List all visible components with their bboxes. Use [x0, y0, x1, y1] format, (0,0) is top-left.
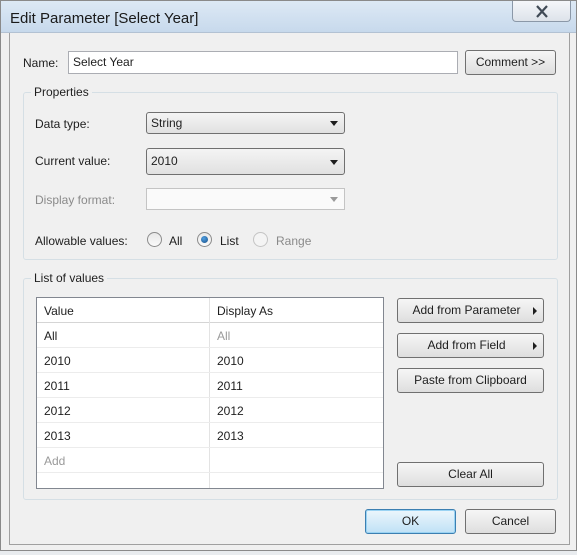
cell-display-as: 2010: [217, 354, 244, 368]
column-header-display-as[interactable]: Display As: [217, 304, 273, 318]
window-title: Edit Parameter [Select Year]: [10, 10, 199, 27]
current-value-select[interactable]: 2010: [146, 148, 345, 175]
table-header: Value Display As: [37, 298, 383, 323]
allowable-list-radio[interactable]: [197, 232, 212, 247]
current-value-label: Current value:: [35, 154, 111, 168]
dialog-body: Name: Select Year Comment >> Properties …: [9, 33, 570, 545]
table-row[interactable]: 2011 2011: [37, 373, 383, 398]
comment-button[interactable]: Comment >>: [465, 50, 556, 75]
cell-value: 2010: [44, 354, 71, 368]
add-from-field-label: Add from Field: [427, 338, 506, 352]
data-type-label: Data type:: [35, 117, 90, 131]
cancel-button[interactable]: Cancel: [465, 509, 556, 534]
chevron-down-icon: [330, 160, 338, 165]
data-type-value: String: [151, 116, 183, 130]
cell-display-as: 2013: [217, 429, 244, 443]
display-format-label: Display format:: [35, 193, 116, 207]
list-of-values-title: List of values: [31, 271, 108, 285]
close-button[interactable]: [512, 1, 571, 22]
background-app-strip: [0, 551, 577, 555]
cell-value: All: [44, 329, 58, 343]
add-from-field-button[interactable]: Add from Field: [397, 333, 544, 358]
cell-value: 2012: [44, 404, 71, 418]
properties-group-title: Properties: [31, 85, 92, 99]
chevron-right-icon: [533, 342, 537, 350]
close-icon: [536, 5, 548, 18]
allowable-range-label[interactable]: Range: [276, 234, 311, 248]
title-bar[interactable]: Edit Parameter [Select Year]: [1, 1, 576, 33]
name-input[interactable]: Select Year: [68, 51, 458, 74]
clear-all-button[interactable]: Clear All: [397, 462, 544, 487]
allowable-range-radio[interactable]: [253, 232, 268, 247]
ok-button[interactable]: OK: [365, 509, 456, 534]
allowable-list-label[interactable]: List: [220, 234, 239, 248]
table-row[interactable]: 2012 2012: [37, 398, 383, 423]
cell-value: 2013: [44, 429, 71, 443]
chevron-right-icon: [533, 307, 537, 315]
add-placeholder: Add: [44, 454, 66, 468]
allowable-all-radio[interactable]: [147, 232, 162, 247]
values-table[interactable]: Value Display As All All 2010 2010 2011 …: [36, 297, 384, 489]
current-value-value: 2010: [151, 154, 178, 168]
cell-value: 2011: [44, 379, 70, 393]
name-label: Name:: [23, 56, 59, 70]
table-row[interactable]: 2010 2010: [37, 348, 383, 373]
cell-display-as: 2012: [217, 404, 244, 418]
display-format-select[interactable]: [146, 188, 345, 210]
edit-parameter-dialog: Edit Parameter [Select Year] Name: Selec…: [0, 0, 577, 551]
chevron-down-icon: [330, 121, 338, 126]
column-header-value[interactable]: Value: [44, 304, 74, 318]
chevron-down-icon: [330, 197, 338, 202]
paste-from-clipboard-button[interactable]: Paste from Clipboard: [397, 368, 544, 393]
allowable-values-label: Allowable values:: [35, 234, 128, 248]
table-row[interactable]: All All: [37, 323, 383, 348]
add-row[interactable]: Add: [37, 448, 383, 473]
cell-display-as: 2011: [217, 379, 243, 393]
table-row[interactable]: 2013 2013: [37, 423, 383, 448]
allowable-all-label[interactable]: All: [169, 234, 182, 248]
add-from-parameter-label: Add from Parameter: [412, 303, 521, 317]
cell-display-as: All: [217, 329, 231, 343]
data-type-select[interactable]: String: [146, 112, 345, 134]
add-from-parameter-button[interactable]: Add from Parameter: [397, 298, 544, 323]
